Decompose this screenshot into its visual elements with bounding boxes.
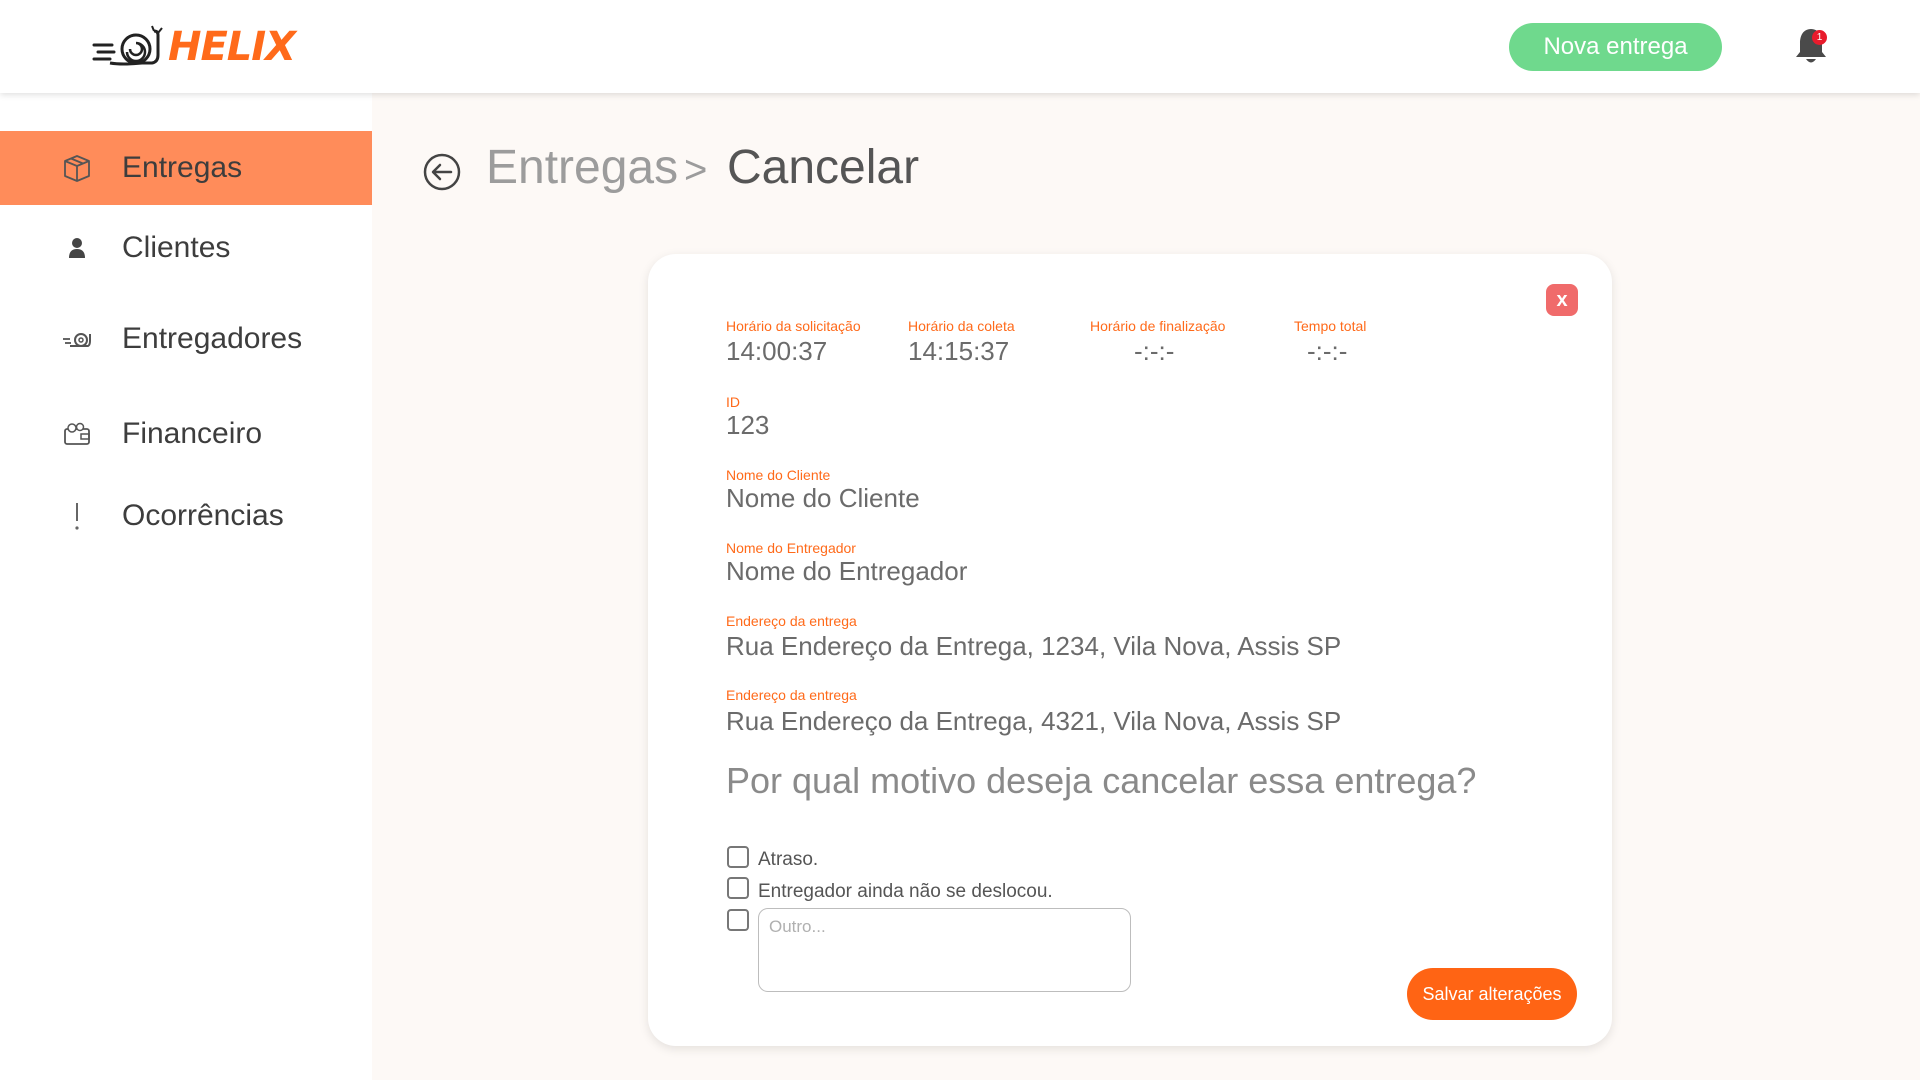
sidebar-item-financeiro[interactable]: Financeiro [0,397,372,471]
sidebar-item-entregas[interactable]: Entregas [0,131,372,205]
courier-value: Nome do Entregador [726,556,968,586]
snail-logo-icon [92,25,163,66]
client-value: Nome do Cliente [726,483,920,513]
snail-courier-icon [60,322,94,356]
reason-other-checkbox[interactable] [727,909,749,931]
sidebar-item-label: Financeiro [122,417,263,450]
reason-courier-not-moved-label: Entregador ainda não se deslocou. [758,881,1053,902]
reason-delay-label: Atraso. [758,849,819,870]
sidebar-item-entregadores[interactable]: Entregadores [0,302,372,376]
close-button[interactable]: x [1546,284,1578,316]
id-value: 123 [726,410,770,440]
cancel-delivery-card: x Horário da solicitação 14:00:37 Horári… [648,254,1612,1046]
top-header: HELIX Nova entrega 1 [0,0,1920,93]
finish-time-value: -:-:- [1134,336,1175,366]
person-icon [60,231,94,265]
request-time-label: Horário da solicitação [726,318,861,334]
breadcrumb-parent[interactable]: Entregas [486,140,678,195]
helix-logo[interactable]: HELIX [92,22,296,72]
sidebar-item-label: Entregadores [122,322,303,355]
reason-delay-checkbox[interactable] [727,846,749,868]
new-delivery-button[interactable]: Nova entrega [1509,23,1722,71]
pickup-time-value: 14:15:37 [908,336,1010,366]
notification-badge: 1 [1812,30,1827,45]
save-changes-button[interactable]: Salvar alterações [1407,968,1577,1020]
sidebar-item-label: Ocorrências [122,499,284,532]
sidebar-item-label: Entregas [122,151,243,184]
request-time-value: 14:00:37 [726,336,828,366]
breadcrumb-separator: > [684,148,708,192]
address2-label: Endereço da entrega [726,687,857,703]
pickup-time-label: Horário da coleta [908,318,1015,334]
other-reason-input[interactable] [758,908,1131,992]
courier-label: Nome do Entregador [726,540,856,556]
back-arrow-icon[interactable] [422,152,462,192]
address1-value: Rua Endereço da Entrega, 1234, Vila Nova… [726,631,1342,661]
sidebar-item-clientes[interactable]: Clientes [0,211,372,285]
client-label: Nome do Cliente [726,467,831,483]
total-time-label: Tempo total [1294,318,1367,334]
wallet-icon [60,417,94,451]
sidebar-item-label: Clientes [122,231,231,264]
finish-time-label: Horário de finalização [1090,318,1226,334]
exclamation-icon [60,499,94,533]
total-time-value: -:-:- [1307,336,1348,366]
close-icon: x [1556,288,1568,311]
address1-label: Endereço da entrega [726,613,857,629]
address2-value: Rua Endereço da Entrega, 4321, Vila Nova… [726,706,1342,736]
logo-text: HELIX [168,24,296,70]
reason-courier-not-moved-checkbox[interactable] [727,877,749,899]
cancel-question: Por qual motivo deseja cancelar essa ent… [726,760,1477,801]
id-label: ID [726,394,740,410]
sidebar: Entregas Clientes Entregadores Financeir… [0,93,372,1080]
package-icon [60,151,94,185]
page-title: Cancelar [727,141,920,194]
sidebar-item-ocorrencias[interactable]: Ocorrências [0,479,372,553]
